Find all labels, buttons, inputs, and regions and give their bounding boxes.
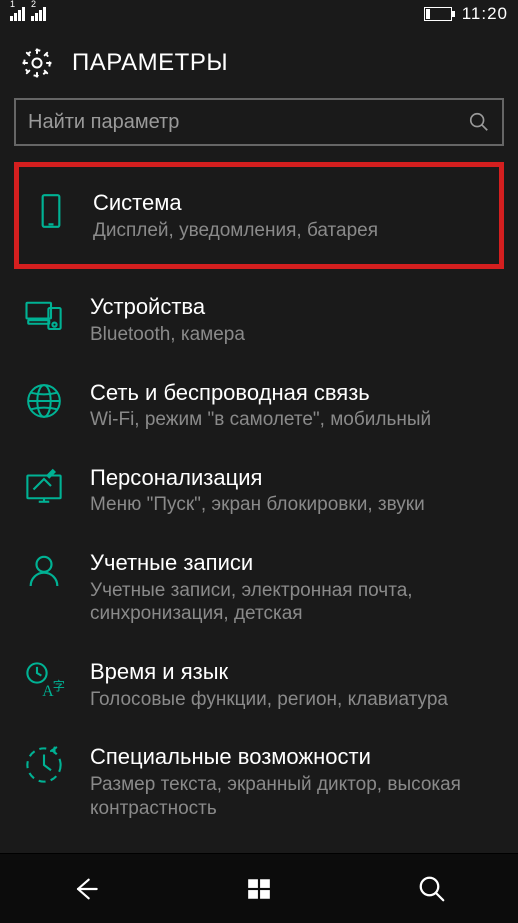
account-icon	[22, 549, 66, 593]
item-title: Устройства	[90, 293, 500, 321]
svg-text:字: 字	[53, 679, 65, 694]
item-subtitle: Голосовые функции, регион, клавиатура	[90, 688, 500, 712]
battery-icon	[424, 7, 452, 21]
search-box[interactable]	[14, 98, 504, 146]
search-input[interactable]	[28, 111, 468, 134]
settings-list: Система Дисплей, уведомления, батарея Ус…	[0, 152, 518, 853]
start-button[interactable]	[229, 859, 289, 919]
item-title: Персонализация	[90, 464, 500, 492]
devices-icon	[22, 293, 66, 337]
back-button[interactable]	[56, 859, 116, 919]
settings-item-devices[interactable]: Устройства Bluetooth, камера	[0, 277, 518, 362]
item-subtitle: Размер текста, экранный диктор, высокая …	[90, 773, 500, 821]
item-subtitle: Wi-Fi, режим "в самолете", мобильный	[90, 408, 500, 432]
accessibility-icon	[22, 743, 66, 787]
settings-item-personalization[interactable]: Персонализация Меню "Пуск", экран блокир…	[0, 448, 518, 533]
device-icon	[29, 189, 73, 233]
status-bar: 1 2 11:20	[0, 0, 518, 28]
item-title: Специальные возможности	[90, 743, 500, 771]
item-subtitle: Учетные записи, электронная почта, синхр…	[90, 579, 500, 627]
clock: 11:20	[462, 4, 508, 24]
time-language-icon: A 字	[22, 658, 66, 702]
page-title: ПАРАМЕТРЫ	[72, 49, 228, 77]
signal-sim2-icon: 2	[31, 7, 46, 21]
signal-sim1-icon: 1	[10, 7, 25, 21]
item-subtitle: Дисплей, уведомления, батарея	[93, 219, 485, 243]
settings-item-system[interactable]: Система Дисплей, уведомления, батарея	[14, 162, 504, 269]
item-title: Система	[93, 189, 485, 217]
settings-item-accounts[interactable]: Учетные записи Учетные записи, электронн…	[0, 533, 518, 642]
search-icon	[468, 111, 490, 133]
settings-item-accessibility[interactable]: Специальные возможности Размер текста, э…	[0, 727, 518, 836]
item-subtitle: Меню "Пуск", экран блокировки, звуки	[90, 493, 500, 517]
page-header: ПАРАМЕТРЫ	[0, 28, 518, 98]
gear-icon	[20, 46, 54, 80]
personalize-icon	[22, 464, 66, 508]
navigation-bar	[0, 853, 518, 923]
item-title: Учетные записи	[90, 549, 500, 577]
globe-icon	[22, 379, 66, 423]
item-title: Сеть и беспроводная связь	[90, 379, 500, 407]
item-title: Время и язык	[90, 658, 500, 686]
item-subtitle: Bluetooth, камера	[90, 323, 500, 347]
settings-item-network[interactable]: Сеть и беспроводная связь Wi-Fi, режим "…	[0, 363, 518, 448]
search-button[interactable]	[402, 859, 462, 919]
settings-item-time-language[interactable]: A 字 Время и язык Голосовые функции, реги…	[0, 642, 518, 727]
